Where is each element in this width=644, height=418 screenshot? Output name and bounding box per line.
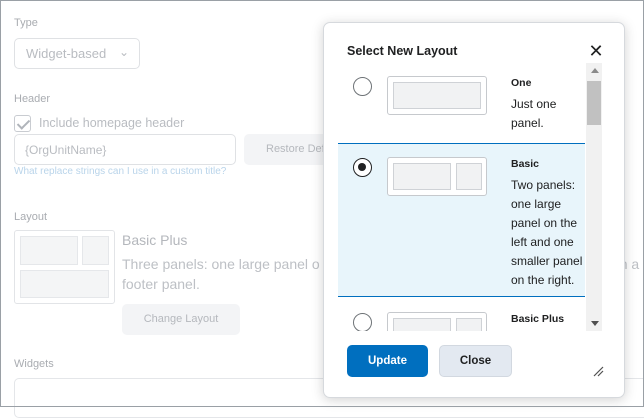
include-header-checkbox-row[interactable]: Include homepage header xyxy=(14,114,184,132)
title-input[interactable]: {OrgUnitName} xyxy=(14,134,236,165)
scroll-up-arrow-icon[interactable] xyxy=(591,68,599,73)
close-icon[interactable]: ✕ xyxy=(586,41,606,61)
current-layout-name: Basic Plus xyxy=(122,232,188,248)
layout-option-basic[interactable]: Basic Two panels: one large panel on the… xyxy=(338,143,585,297)
layout-basic-thumbnail xyxy=(387,157,487,196)
include-header-label: Include homepage header xyxy=(39,116,185,130)
current-layout-thumbnail xyxy=(14,230,115,304)
select-layout-dialog: Select New Layout ✕ One Just one panel. … xyxy=(323,22,625,398)
layout-options-list[interactable]: One Just one panel. Basic Two panels: on… xyxy=(338,63,585,331)
update-button[interactable]: Update xyxy=(347,345,428,377)
radio-button-basic[interactable] xyxy=(353,158,372,177)
layout-basic-plus-thumbnail xyxy=(387,312,487,331)
scroll-down-arrow-icon[interactable] xyxy=(591,321,599,326)
layout-option-name: Basic Plus xyxy=(511,313,565,325)
type-label: Type xyxy=(14,17,38,29)
layout-option-one[interactable]: One Just one panel. xyxy=(338,63,585,143)
radio-button-basic-plus[interactable] xyxy=(353,313,372,331)
layout-option-name: Basic xyxy=(511,158,540,170)
layout-label: Layout xyxy=(14,211,48,223)
chevron-down-icon: ⌄ xyxy=(118,45,129,59)
type-select[interactable]: Widget-based ⌄ xyxy=(14,38,140,69)
layout-one-thumbnail xyxy=(387,76,487,115)
checkbox-icon[interactable] xyxy=(14,114,31,132)
dialog-title: Select New Layout xyxy=(347,44,458,58)
list-scrollbar[interactable] xyxy=(586,63,602,331)
layout-option-basic-plus[interactable]: Basic Plus ... xyxy=(338,299,585,331)
resize-handle-icon[interactable] xyxy=(592,365,604,377)
help-link[interactable]: What replace strings can I use in a cust… xyxy=(14,166,226,177)
radio-button-one[interactable] xyxy=(353,77,372,96)
change-layout-button[interactable]: Change Layout xyxy=(122,304,240,335)
layout-option-desc: Just one panel. xyxy=(511,97,557,130)
close-button[interactable]: Close xyxy=(439,345,512,377)
layout-option-desc: Two panels: one large panel on the left … xyxy=(511,178,583,287)
header-label: Header xyxy=(14,93,51,105)
widgets-label: Widgets xyxy=(14,358,54,370)
restore-default-button[interactable]: Restore Default xyxy=(244,134,334,165)
layout-option-name: One xyxy=(511,77,532,89)
scroll-thumb[interactable] xyxy=(587,81,601,125)
type-select-value: Widget-based xyxy=(26,46,107,61)
